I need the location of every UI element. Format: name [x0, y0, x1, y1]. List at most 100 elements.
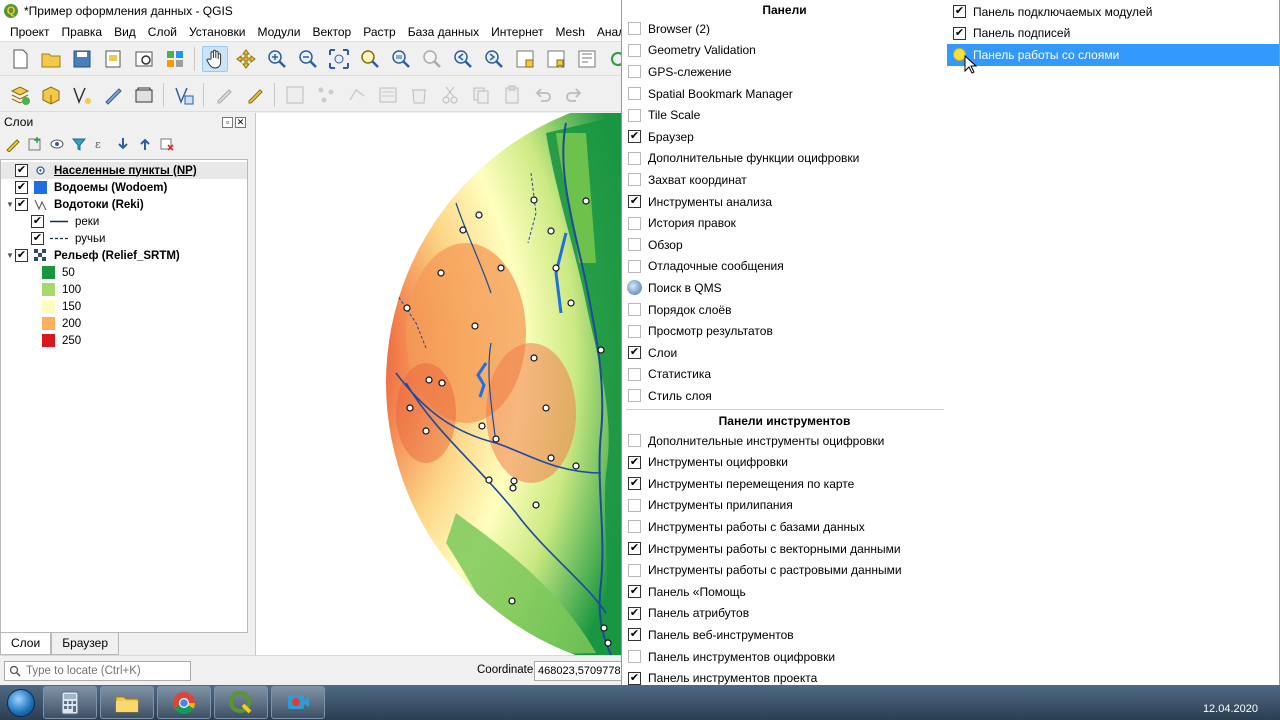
menu-item-toggle[interactable]: Поиск в QMS [622, 277, 947, 299]
zoom-to-selection-icon[interactable] [357, 46, 383, 72]
menu-checkbox[interactable] [628, 238, 641, 252]
close-panel-icon[interactable]: ✕ [235, 116, 246, 128]
locator-bar[interactable] [4, 661, 191, 681]
menu-checkbox[interactable] [628, 520, 641, 534]
add-group-icon[interactable] [26, 135, 44, 153]
zoom-out-icon[interactable] [295, 46, 321, 72]
pan-hand-icon[interactable] [201, 45, 228, 72]
menu-item-toggle[interactable]: История правок [622, 212, 947, 234]
menu-checkbox[interactable]: ✔ [628, 130, 641, 144]
zoom-last-icon[interactable] [450, 46, 476, 72]
menu-checkbox[interactable] [628, 22, 641, 36]
pan-to-selection-icon[interactable] [233, 46, 259, 72]
edit-attributes-icon[interactable] [375, 82, 401, 108]
expand-arrow-icon[interactable]: ▼ [5, 200, 15, 209]
add-feature-icon[interactable] [313, 82, 339, 108]
layer-visibility-checkbox[interactable]: ✔ [31, 232, 44, 245]
cut-features-icon[interactable] [437, 82, 463, 108]
locator-input[interactable] [26, 665, 176, 677]
menu-checkbox[interactable]: ✔ [953, 26, 966, 40]
delete-selected-icon[interactable] [406, 82, 432, 108]
save-project-icon[interactable] [69, 46, 95, 72]
menu-item-toggle[interactable]: Browser (2) [622, 18, 947, 40]
menu-item-toggle[interactable]: ✔ Панель атрибутов [622, 603, 947, 625]
menu-item-toggle[interactable]: Инструменты прилипания [622, 495, 947, 517]
menu-checkbox[interactable] [628, 367, 641, 381]
layer-row[interactable]: ✔ ручьи [1, 230, 247, 247]
open-layer-styling-icon[interactable] [4, 135, 22, 153]
menu-item[interactable]: Установки [183, 25, 251, 39]
menu-item-toggle[interactable]: Панель инструментов оцифровки [622, 646, 947, 668]
menu-item-toggle[interactable]: ✔ Панель подключаемых модулей [947, 1, 1279, 23]
menu-item-toggle[interactable]: ✔ Инструменты оцифровки [622, 451, 947, 473]
zoom-to-layer-icon[interactable] [388, 46, 414, 72]
menu-checkbox[interactable] [628, 324, 641, 338]
menu-item-toggle[interactable]: Просмотр результатов [622, 320, 947, 342]
menu-item-toggle[interactable]: ✔ Панель «Помощь [622, 581, 947, 603]
layer-visibility-checkbox[interactable]: ✔ [31, 215, 44, 228]
layer-visibility-checkbox[interactable]: ✔ [15, 181, 28, 194]
screen-recorder-icon[interactable] [271, 686, 325, 719]
menu-checkbox[interactable]: ✔ [628, 477, 641, 491]
menu-item-toggle[interactable]: Инструменты работы с базами данных [622, 516, 947, 538]
menu-checkbox[interactable] [628, 389, 641, 403]
menu-item-toggle[interactable]: Порядок слоёв [622, 299, 947, 321]
qgis-icon[interactable] [214, 686, 268, 719]
layer-row[interactable]: ✔ Водоемы (Wodoem) [1, 179, 247, 196]
menu-checkbox[interactable] [628, 216, 641, 230]
map-canvas[interactable] [255, 113, 630, 655]
menu-item-toggle[interactable]: ✔ Инструменты перемещения по карте [622, 473, 947, 495]
remove-layer-icon[interactable] [158, 135, 176, 153]
menu-checkbox[interactable]: ✔ [628, 585, 641, 599]
new-virtual-layer-icon[interactable] [131, 82, 157, 108]
expand-all-icon[interactable] [114, 135, 132, 153]
bookmark-icon[interactable] [543, 46, 569, 72]
menu-item-toggle[interactable]: ✔ Панель подписей [947, 23, 1279, 45]
menu-item-toggle[interactable]: ✔ Инструменты работы с векторными данными [622, 538, 947, 560]
menu-item-toggle[interactable]: Захват координат [622, 169, 947, 191]
menu-item-toggle[interactable]: ✔ Браузер [622, 126, 947, 148]
coordinate-field[interactable]: 468023,5709778 [534, 661, 624, 681]
menu-item[interactable]: Проект [4, 25, 56, 39]
new-shapefile-icon[interactable] [69, 82, 95, 108]
menu-item[interactable]: Слой [142, 25, 183, 39]
pencil-icon[interactable] [242, 82, 268, 108]
layer-visibility-checkbox[interactable]: ✔ [15, 249, 28, 262]
menu-checkbox[interactable]: ✔ [628, 628, 641, 642]
show-bookmarks-icon[interactable] [574, 46, 600, 72]
float-panel-icon[interactable]: ▫ [222, 116, 233, 128]
menu-item-toggle[interactable]: Дополнительные функции оцифровки [622, 148, 947, 170]
menu-checkbox[interactable]: ✔ [953, 5, 966, 19]
menu-item-toggle[interactable]: GPS-слежение [622, 61, 947, 83]
menu-checkbox[interactable] [628, 434, 641, 448]
menu-checkbox[interactable]: ✔ [628, 455, 641, 469]
menu-item-toggle[interactable]: Geometry Validation [622, 40, 947, 62]
open-project-icon[interactable] [38, 46, 64, 72]
start-button[interactable] [2, 685, 40, 720]
menu-checkbox[interactable]: ✔ [628, 671, 641, 685]
menu-item-toggle[interactable]: Отладочные сообщения [622, 256, 947, 278]
layer-row[interactable]: ▼ ✔ Рельеф (Relief_SRTM) [1, 247, 247, 264]
menu-item[interactable]: Модули [251, 25, 306, 39]
menu-checkbox[interactable] [628, 65, 641, 79]
menu-checkbox[interactable]: ✔ [628, 606, 641, 620]
style-manager-icon[interactable] [162, 46, 188, 72]
new-map-view-icon[interactable] [512, 46, 538, 72]
new-project-icon[interactable] [7, 46, 33, 72]
menu-checkbox[interactable] [628, 43, 641, 57]
menu-item-toggle[interactable]: ✔ Слои [622, 342, 947, 364]
digitizing-tools-icon[interactable] [171, 82, 197, 108]
data-source-manager-icon[interactable] [7, 82, 33, 108]
menu-checkbox[interactable] [628, 173, 641, 187]
menu-checkbox[interactable] [628, 303, 641, 317]
zoom-in-icon[interactable] [264, 46, 290, 72]
layer-visibility-checkbox[interactable]: ✔ [15, 198, 28, 211]
menu-item-toggle[interactable]: ✔ Инструменты анализа [622, 191, 947, 213]
menu-item[interactable]: Вид [108, 25, 142, 39]
layout-manager-icon[interactable] [131, 46, 157, 72]
save-edits-icon[interactable] [282, 82, 308, 108]
menu-item-toggle[interactable]: Панель работы со слоями [947, 44, 1279, 66]
menu-item-toggle[interactable]: Tile Scale [622, 104, 947, 126]
menu-checkbox[interactable] [628, 108, 641, 122]
menu-item[interactable]: Интернет [485, 25, 549, 39]
